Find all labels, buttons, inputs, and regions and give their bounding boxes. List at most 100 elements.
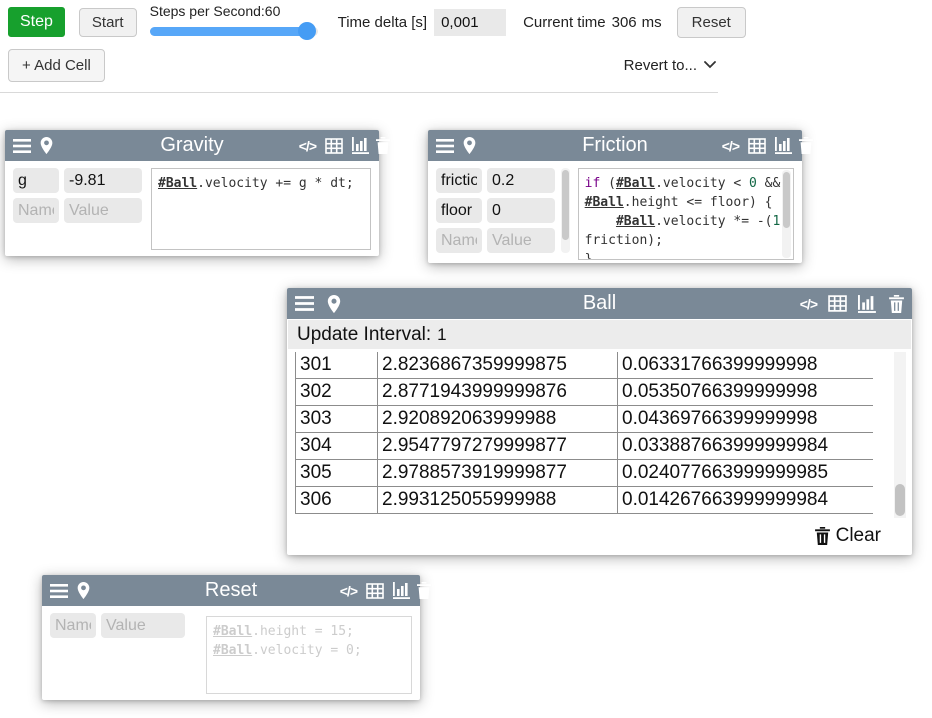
friction-header[interactable]: Friction </> [428,130,802,161]
table-view-icon[interactable] [325,138,343,154]
var-value-input[interactable] [487,168,555,193]
friction-body: if (#Ball.velocity < 0 &&#Ball.height <=… [428,161,802,267]
steps-per-second-control: Steps per Second:60 [150,4,318,40]
table-row: 3032.9208920639999880.04369766399999998 [296,406,874,433]
cell-ball: Ball </> Update Interval: 3012.823686735… [287,288,912,555]
steps-per-second-value: 60 [265,3,281,19]
code-scrollbar[interactable] [782,170,791,258]
code-view-icon[interactable]: </> [299,138,316,154]
current-time-value: 306 [612,14,637,31]
gravity-header[interactable]: Gravity </> [5,130,379,161]
time-delta-input[interactable] [434,9,506,36]
var-row [436,168,555,193]
trash-icon[interactable] [417,582,431,599]
update-interval-input[interactable] [435,324,505,346]
update-interval-bar: Update Interval: [288,320,911,349]
scrollbar-thumb[interactable] [895,484,905,516]
gravity-body: #Ball.velocity += g * dt; [5,161,379,257]
ball-table-body: 3012.82368673599998750.06331766399999998… [296,352,874,514]
chart-view-icon[interactable] [393,582,412,599]
table-row: 3062.9931250559999880.014267663999999984 [296,487,874,514]
pin-icon[interactable] [77,582,90,599]
menu-icon[interactable] [50,584,68,598]
pin-icon[interactable] [327,295,341,313]
var-row [436,198,555,223]
var-name-input[interactable] [436,198,482,223]
current-time-label: Current time [523,14,606,31]
new-var-name-input[interactable] [436,228,482,253]
cell-reset: Reset </> #Ball.height = 15;#Ball.veloci… [42,575,420,700]
table-row: 3042.95477972799998770.03388766399999998… [296,433,874,460]
main-toolbar: Step Start Steps per Second:60 Time delt… [0,0,932,40]
reset-time-button[interactable]: Reset [677,7,746,38]
pin-icon[interactable] [40,137,53,154]
var-row [13,168,142,193]
var-row-new [13,198,142,223]
cell-friction: Friction </> [428,130,802,263]
menu-icon[interactable] [436,139,454,153]
trash-icon [815,527,830,545]
steps-per-second-slider[interactable] [150,22,318,40]
scrollbar-thumb[interactable] [783,172,790,228]
table-row: 3052.97885739199998770.02407766399999998… [296,460,874,487]
reset-header[interactable]: Reset </> [42,575,420,606]
table-view-icon[interactable] [828,295,847,312]
cell-actions-bar: + Add Cell Revert to... [0,40,718,82]
chart-view-icon[interactable] [858,295,878,313]
reset-code-editor[interactable]: #Ball.height = 15;#Ball.velocity = 0; [206,616,412,694]
scrollbar-thumb[interactable] [562,170,569,240]
revert-to-label: Revert to... [624,57,697,74]
var-row-new [436,228,555,253]
start-button[interactable]: Start [79,8,137,37]
var-value-input[interactable] [64,168,142,193]
friction-code-editor[interactable]: if (#Ball.velocity < 0 &&#Ball.height <=… [578,168,794,260]
slider-fill [150,27,310,36]
update-interval-label: Update Interval: [297,324,431,346]
time-delta-label: Time delta [s] [338,14,427,31]
trash-icon[interactable] [889,295,904,313]
clear-button[interactable]: Clear [815,525,881,547]
pin-icon[interactable] [463,137,476,154]
code-view-icon[interactable]: </> [800,296,817,312]
reset-body: #Ball.height = 15;#Ball.velocity = 0; [42,606,420,701]
var-row-new [50,613,185,638]
reset-vars [50,613,185,694]
gravity-vars [13,168,142,250]
revert-to-dropdown[interactable]: Revert to... [624,57,716,74]
new-var-value-input[interactable] [64,198,142,223]
new-var-value-input[interactable] [101,613,185,638]
new-var-name-input[interactable] [50,613,96,638]
var-name-input[interactable] [436,168,482,193]
gravity-code-editor[interactable]: #Ball.velocity += g * dt; [151,168,371,250]
var-name-input[interactable] [13,168,59,193]
current-time-unit: ms [642,14,662,31]
step-button[interactable]: Step [8,7,65,37]
table-view-icon[interactable] [366,583,384,599]
table-view-icon[interactable] [748,138,766,154]
slider-thumb[interactable] [298,22,316,40]
code-view-icon[interactable]: </> [722,138,739,154]
toolbar-divider [0,92,718,93]
var-value-input[interactable] [487,198,555,223]
chart-view-icon[interactable] [775,137,794,154]
menu-icon[interactable] [13,139,31,153]
chart-view-icon[interactable] [352,137,371,154]
friction-vars [436,168,555,260]
new-var-value-input[interactable] [487,228,555,253]
ball-header[interactable]: Ball </> [287,288,912,319]
menu-icon[interactable] [295,296,314,311]
table-scrollbar[interactable] [894,352,906,518]
vars-scrollbar[interactable] [561,168,570,253]
trash-icon[interactable] [376,137,390,154]
table-row: 3012.82368673599998750.06331766399999998 [296,352,874,379]
clear-label: Clear [836,525,881,547]
add-cell-button[interactable]: + Add Cell [8,49,105,82]
chevron-down-icon [704,61,716,69]
table-row: 3022.87719439999998760.05350766399999998 [296,379,874,406]
code-view-icon[interactable]: </> [340,583,357,599]
cell-gravity: Gravity </> #Ball.velocity += g * dt; [5,130,379,256]
trash-icon[interactable] [799,137,813,154]
ball-data-table[interactable]: 3012.82368673599998750.06331766399999998… [295,352,873,518]
new-var-name-input[interactable] [13,198,59,223]
steps-per-second-label: Steps per Second:60 [150,4,318,19]
